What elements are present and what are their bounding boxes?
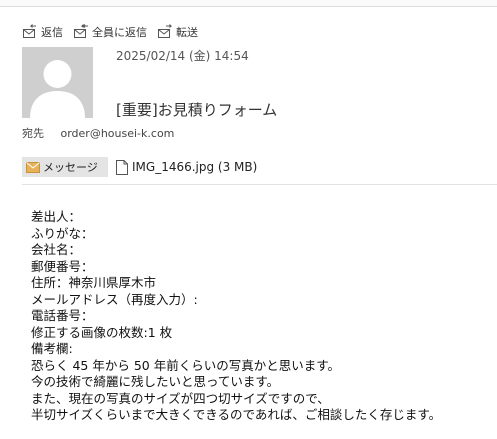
forward-label: 転送: [176, 26, 198, 39]
reply-all-label: 全員に返信: [92, 26, 147, 39]
body-line: 電話番号：: [31, 308, 94, 323]
reply-all-icon: [74, 24, 88, 38]
message-actions: 返信 全員に返信 転送: [22, 24, 208, 40]
attachment-file-name: IMG_1466.jpg (3 MB): [132, 160, 258, 174]
body-line: 備考欄:: [31, 341, 73, 356]
header-divider: [22, 184, 497, 185]
forward-button[interactable]: 転送: [157, 24, 198, 40]
mail-icon: [26, 161, 40, 173]
body-line: また、現在の写真のサイズが四つ切サイズですので、: [31, 390, 330, 406]
recipient-row: 宛先 order@housei-k.com: [22, 125, 174, 141]
window-top-border: [0, 0, 497, 7]
body-line: 半切サイズくらいまで大きくできるのであれば、ご相談したく存じます。: [31, 407, 442, 422]
body-line: 修正する画像の枚数:1 枚: [31, 324, 173, 340]
file-icon: [116, 159, 128, 175]
body-line: 差出人：: [31, 209, 82, 224]
body-line: 今の技術で綺麗に残したいと思っています。: [31, 374, 280, 389]
body-line: メールアドレス（再度入力）:: [31, 291, 198, 307]
body-line: ふりがな：: [31, 225, 94, 241]
attachment-file[interactable]: IMG_1466.jpg (3 MB): [116, 159, 258, 175]
forward-icon: [158, 24, 173, 38]
reply-icon: [23, 24, 36, 38]
body-line: 会社名：: [31, 242, 82, 257]
message-tab[interactable]: メッセージ: [22, 157, 108, 177]
reply-button[interactable]: 返信: [22, 24, 63, 40]
message-body: 差出人： ふりがな： 会社名： 郵便番号： 住所：神奈川県厚木市 メールアドレス…: [31, 209, 491, 424]
sent-date: 2025/02/14 (金) 14:54: [116, 49, 249, 63]
body-line: 住所：神奈川県厚木市: [31, 275, 157, 290]
message-tab-label: メッセージ: [43, 161, 98, 174]
attachment-bar: メッセージ IMG_1466.jpg (3 MB): [22, 157, 257, 177]
reply-all-button[interactable]: 全員に返信: [73, 24, 147, 40]
message-subject: [重要]お見積りフォーム: [116, 101, 278, 119]
sender-avatar: [22, 47, 93, 118]
person-silhouette-icon: [30, 60, 85, 118]
to-address[interactable]: order@housei-k.com: [61, 127, 175, 140]
to-label: 宛先: [22, 127, 44, 140]
reply-label: 返信: [41, 26, 63, 39]
body-line: 恐らく 45 年から 50 年前くらいの写真かと思います。: [31, 357, 340, 373]
body-line: 郵便番号：: [31, 258, 94, 274]
